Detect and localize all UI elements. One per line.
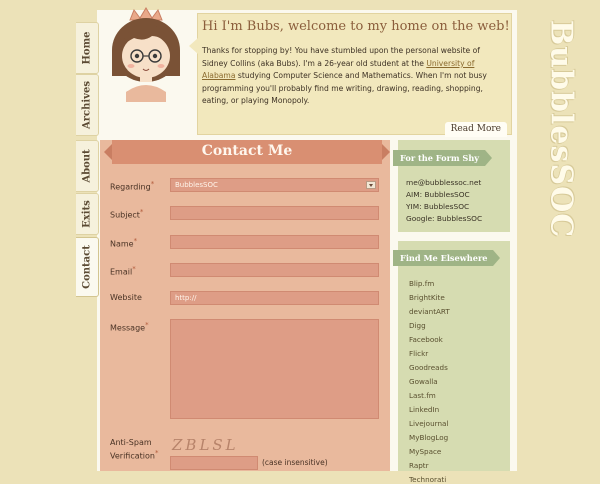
tab-archives[interactable]: Archives bbox=[76, 74, 99, 136]
tab-home[interactable]: Home bbox=[76, 22, 99, 74]
contact-title: Contact Me bbox=[201, 143, 293, 159]
antispam-label-line2: Verification bbox=[110, 451, 155, 461]
website-label-text: Website bbox=[110, 293, 142, 302]
email-field[interactable] bbox=[170, 263, 379, 277]
message-label: Message* bbox=[110, 321, 149, 333]
antispam-label: Anti-Spam Verification* bbox=[110, 437, 158, 462]
message-textarea[interactable] bbox=[170, 319, 379, 419]
link-livejournal[interactable]: Livejournal bbox=[409, 419, 448, 428]
link-myspace[interactable]: MySpace bbox=[409, 447, 441, 456]
tab-home-label: Home bbox=[81, 31, 93, 65]
subject-label-text: Subject bbox=[110, 210, 140, 220]
required-mark: * bbox=[133, 237, 138, 245]
case-note: (case insensitive) bbox=[262, 458, 328, 467]
subject-field[interactable] bbox=[170, 206, 379, 220]
regarding-label: Regarding* bbox=[110, 180, 154, 192]
avatar-illustration bbox=[112, 7, 180, 102]
link-flickr[interactable]: Flickr bbox=[409, 349, 428, 358]
intro-text-end: studying Computer Science and Mathematic… bbox=[202, 71, 487, 106]
link-facebook[interactable]: Facebook bbox=[409, 335, 443, 344]
link-lastfm[interactable]: Last.fm bbox=[409, 391, 436, 400]
tab-contact[interactable]: Contact bbox=[76, 237, 99, 297]
welcome-heading: Hi I'm Bubs, welcome to my home on the w… bbox=[202, 19, 510, 34]
contact-google: Google: BubblesSOC bbox=[406, 214, 483, 223]
contact-yim: YIM: BubblesSOC bbox=[406, 202, 470, 211]
required-mark: * bbox=[132, 265, 136, 273]
chevron-down-icon[interactable] bbox=[366, 181, 376, 189]
website-label: Website bbox=[110, 293, 142, 302]
link-goodreads[interactable]: Goodreads bbox=[409, 363, 448, 372]
elsewhere-card: Find Me Elsewhere Blip.fm BrightKite dev… bbox=[393, 241, 510, 484]
form-shy-heading: For the Form Shy bbox=[393, 150, 492, 166]
name-field[interactable] bbox=[170, 235, 379, 249]
welcome-card: Hi I'm Bubs, welcome to my home on the w… bbox=[189, 13, 512, 137]
required-mark: * bbox=[150, 180, 155, 188]
captcha-field[interactable] bbox=[170, 456, 258, 470]
captcha-image: ZBLSL bbox=[172, 436, 239, 454]
message-label-text: Message bbox=[110, 323, 146, 333]
contact-aim: AIM: BubblesSOC bbox=[406, 190, 470, 199]
tab-about[interactable]: About bbox=[76, 140, 99, 192]
tab-contact-label: Contact bbox=[81, 245, 93, 289]
link-deviantart[interactable]: deviantART bbox=[409, 307, 450, 316]
tab-exits[interactable]: Exits bbox=[76, 193, 99, 235]
name-label: Name* bbox=[110, 237, 137, 249]
name-label-text: Name bbox=[110, 239, 134, 249]
tab-archives-label: Archives bbox=[81, 81, 93, 129]
avatar bbox=[100, 6, 192, 130]
link-digg[interactable]: Digg bbox=[409, 321, 426, 330]
link-gowalla[interactable]: Gowalla bbox=[409, 377, 438, 386]
tab-about-label: About bbox=[81, 149, 93, 183]
email-label-text: Email bbox=[110, 267, 133, 277]
email-label: Email* bbox=[110, 265, 136, 277]
regarding-select-value: BubblesSOC bbox=[175, 181, 218, 189]
link-linkedin[interactable]: LinkedIn bbox=[409, 405, 439, 414]
intro-paragraph: Thanks for stopping by! You have stumble… bbox=[202, 45, 504, 108]
required-mark: * bbox=[154, 449, 159, 457]
link-brightkite[interactable]: BrightKite bbox=[409, 293, 445, 302]
contact-email[interactable]: me@bubblessoc.net bbox=[406, 178, 481, 187]
contact-ribbon: Contact Me bbox=[104, 140, 390, 164]
link-mybloglog[interactable]: MyBlogLog bbox=[409, 433, 448, 442]
website-field[interactable]: http:// bbox=[170, 291, 379, 305]
required-mark: * bbox=[139, 208, 144, 216]
form-shy-card: For the Form Shy me@bubblessoc.net AIM: … bbox=[393, 140, 510, 232]
link-blipfm[interactable]: Blip.fm bbox=[409, 279, 434, 288]
read-more-button[interactable]: Read More bbox=[444, 122, 507, 137]
elsewhere-heading: Find Me Elsewhere bbox=[393, 250, 500, 266]
link-raptr[interactable]: Raptr bbox=[409, 461, 429, 470]
link-technorati[interactable]: Technorati bbox=[409, 475, 446, 484]
required-mark: * bbox=[145, 321, 149, 329]
regarding-label-text: Regarding bbox=[110, 182, 151, 192]
site-title: BubblesSOC bbox=[543, 19, 579, 239]
subject-label: Subject* bbox=[110, 208, 143, 220]
tab-exits-label: Exits bbox=[81, 200, 93, 228]
website-field-value: http:// bbox=[175, 294, 197, 302]
antispam-label-line1: Anti-Spam bbox=[110, 438, 152, 447]
page: Hi I'm Bubs, welcome to my home on the w… bbox=[0, 0, 600, 484]
regarding-select[interactable]: BubblesSOC bbox=[170, 178, 379, 192]
